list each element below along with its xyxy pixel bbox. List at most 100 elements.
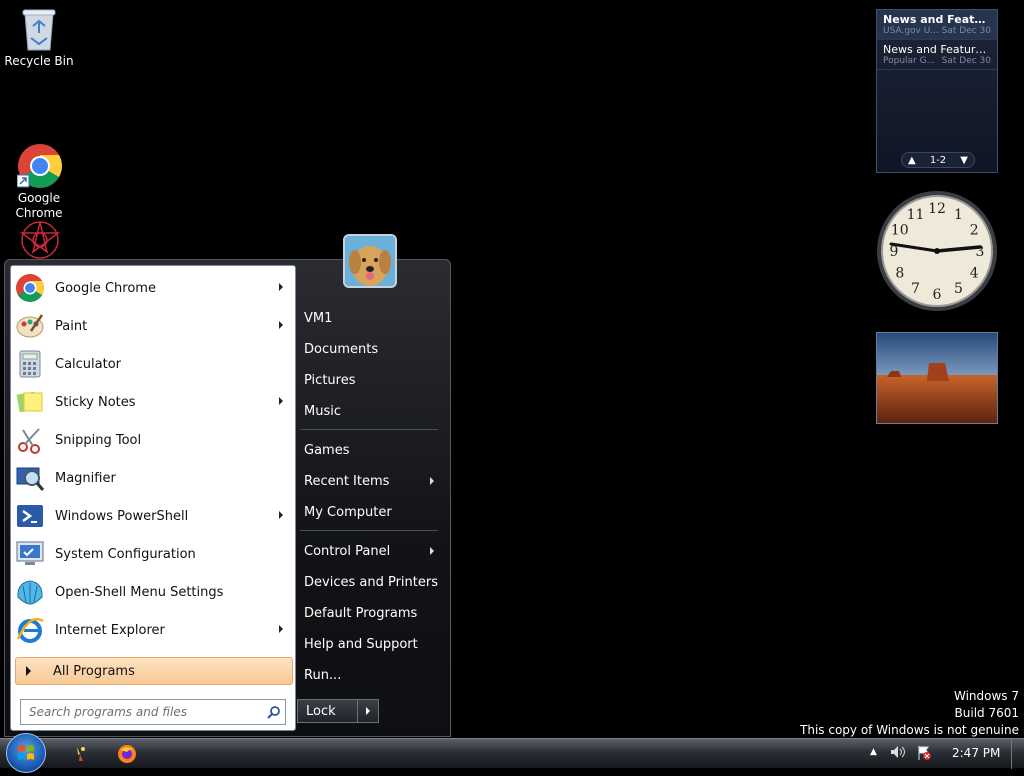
start-link-label: My Computer [304,504,392,520]
feed-item-source: Popular G... [883,56,936,66]
search-input[interactable] [27,704,263,720]
brush-icon [77,747,85,761]
volume-icon[interactable] [890,745,906,762]
feed-item[interactable]: News and Features f... USA.gov U... Sat … [877,10,997,40]
submenu-arrow-icon [279,321,283,329]
start-link-music[interactable]: Music [300,398,444,424]
feed-item-title: News and Features f... [883,13,991,26]
clock-numeral: 10 [891,223,909,239]
desktop-icon-recycle-bin[interactable]: Recycle Bin [1,6,77,69]
mandala-icon [17,218,61,262]
clock-numeral: 12 [928,201,946,217]
menu-separator [300,429,438,430]
feed-headlines-gadget[interactable]: News and Features f... USA.gov U... Sat … [876,9,998,173]
clock-numeral: 8 [895,266,904,282]
action-center-icon[interactable] [916,745,932,764]
lock-options-arrow-icon[interactable] [357,700,378,722]
desktop-icon-label: Recycle Bin [4,54,74,68]
feed-item-source: USA.gov U... [883,26,939,36]
clock-gadget[interactable]: 12 1 2 3 4 5 6 7 8 9 10 11 [876,190,998,312]
program-paint[interactable]: Paint [15,309,293,343]
start-link-games[interactable]: Games [300,437,444,463]
windows-watermark: Windows 7 Build 7601 This copy of Window… [800,688,1019,739]
program-label: Sticky Notes [55,394,136,410]
feed-prev-icon[interactable]: ▲ [908,155,916,166]
lock-button[interactable]: Lock [297,699,379,723]
chrome-icon [16,128,62,188]
desert-photo [877,333,997,423]
program-label: Internet Explorer [55,622,165,638]
program-label: Google Chrome [55,280,156,296]
watermark-line: This copy of Windows is not genuine [800,723,1019,737]
clock-numeral: 4 [970,266,979,282]
start-button[interactable] [6,733,46,773]
program-label: Open-Shell Menu Settings [55,584,224,600]
scissors-icon [15,425,45,455]
start-link-documents[interactable]: Documents [300,336,444,362]
clock-numeral: 5 [954,281,963,297]
start-link-recent-items[interactable]: Recent Items [300,468,444,494]
ie-icon [15,615,45,645]
sticky-notes-icon [15,387,45,417]
watermark-line: Build 7601 [954,706,1019,720]
program-snipping-tool[interactable]: Snipping Tool [15,423,293,457]
slideshow-gadget[interactable] [876,332,998,424]
start-link-label: Devices and Printers [304,574,438,590]
taskbar-pinned-app[interactable] [70,744,90,764]
clock-numeral: 11 [907,207,925,223]
start-link-my-computer[interactable]: My Computer [300,499,444,525]
clock-numeral: 7 [911,281,920,297]
start-link-label: Games [304,442,350,458]
windows-logo-icon [18,745,34,760]
program-label: System Configuration [55,546,196,562]
show-hidden-icons-icon[interactable]: ▲ [870,747,877,757]
chrome-icon [15,273,45,303]
feed-next-icon[interactable]: ▼ [960,155,968,166]
program-sticky-notes[interactable]: Sticky Notes [15,385,293,419]
start-link-default-programs[interactable]: Default Programs [300,600,444,626]
submenu-arrow-icon [430,477,434,485]
lock-label: Lock [306,703,336,719]
feed-pager: ▲ 1-2 ▼ [901,152,975,168]
start-link-devices-and-printers[interactable]: Devices and Printers [300,569,444,595]
program-label: Magnifier [55,470,116,486]
start-link-label: Music [304,403,341,419]
start-link-control-panel[interactable]: Control Panel [300,538,444,564]
watermark-line: Windows 7 [953,689,1019,703]
desktop-icon-label: Google Chrome [15,191,63,220]
program-magnifier[interactable]: Magnifier [15,461,293,495]
submenu-arrow-icon [279,283,283,291]
all-programs-button[interactable]: All Programs [15,657,293,685]
taskbar: ▲ 2:47 PM [0,733,1024,773]
firefox-icon [118,745,136,763]
recycle-bin-icon [17,6,61,51]
submenu-arrow-icon [430,547,434,555]
clock-numeral: 2 [970,223,979,239]
program-system-configuration[interactable]: System Configuration [15,537,293,571]
taskbar-clock[interactable]: 2:47 PM [952,746,1000,760]
start-link-label: Run... [304,667,342,683]
submenu-arrow-icon [279,511,283,519]
menu-separator [300,530,438,531]
triangle-right-icon [26,666,31,676]
start-link-vm1[interactable]: VM1 [300,305,444,331]
show-desktop-button[interactable] [1011,739,1024,769]
feed-item-date: Sat Dec 30 [941,56,991,66]
feed-item[interactable]: News and Feature... Popular G... Sat Dec… [877,40,997,70]
taskbar-pinned-app[interactable] [117,744,137,764]
program-google-chrome[interactable]: Google Chrome [15,271,293,305]
user-avatar[interactable] [343,234,397,288]
program-windows-powershell[interactable]: Windows PowerShell [15,499,293,533]
start-link-help-and-support[interactable]: Help and Support [300,631,444,657]
program-open-shell-menu-settings[interactable]: Open-Shell Menu Settings [15,575,293,609]
program-internet-explorer[interactable]: Internet Explorer [15,613,293,647]
start-link-pictures[interactable]: Pictures [300,367,444,393]
start-link-label: Default Programs [304,605,418,621]
system-config-icon [15,539,45,569]
start-link-run[interactable]: Run... [300,662,444,688]
feed-item-title: News and Feature... [883,43,991,56]
program-calculator[interactable]: Calculator [15,347,293,381]
search-icon[interactable] [263,705,285,719]
magnifier-icon [15,463,45,493]
search-box[interactable] [20,699,286,725]
